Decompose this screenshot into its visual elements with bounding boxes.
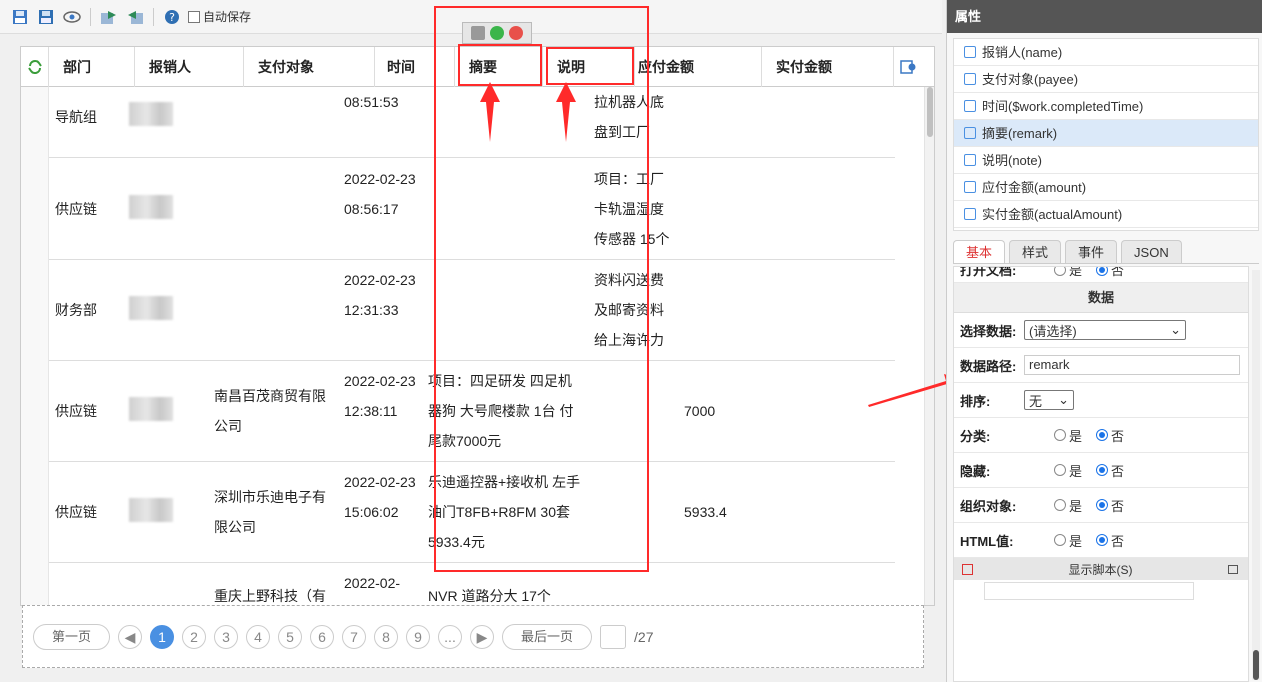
field-item-payee[interactable]: 支付对象(payee) <box>954 66 1258 93</box>
field-label: 摘要(remark) <box>982 125 1058 141</box>
scrollbar-thumb[interactable] <box>1253 650 1259 680</box>
prop-label: 隐藏: <box>960 463 991 479</box>
radio-label: 是 <box>1069 498 1083 514</box>
chevron-down-icon: ⌄ <box>1170 322 1181 337</box>
designer-window: ? 自动保存 部门 报销人 支付对象 时间 摘要 说明 应付金额 实付金额 导航… <box>0 0 1262 682</box>
radio-no[interactable]: 否 <box>1096 266 1125 279</box>
prop-label: HTML值: <box>960 533 1014 549</box>
prop-label: 数据路径: <box>960 358 1017 374</box>
field-icon <box>964 73 976 85</box>
field-label: 支付对象(payee) <box>982 71 1079 87</box>
prop-label: 排序: <box>960 393 991 409</box>
radio-button[interactable] <box>1096 499 1109 511</box>
script-input[interactable] <box>984 582 1194 600</box>
radio-button[interactable] <box>1054 499 1066 511</box>
prop-org-object: 组织对象: 是 否 <box>954 488 1248 523</box>
prop-html-value: HTML值: 是 否 <box>954 523 1248 558</box>
field-icon <box>964 100 976 112</box>
panel-scrollbar[interactable] <box>1252 270 1260 680</box>
restore-window-icon[interactable] <box>1228 564 1238 574</box>
select-value: 无 <box>1029 393 1043 409</box>
field-icon <box>964 46 976 58</box>
tab-json[interactable]: JSON <box>1121 240 1182 263</box>
field-icon <box>964 154 976 166</box>
radio-yes[interactable]: 是 <box>1054 496 1082 515</box>
prop-label: 组织对象: <box>960 498 1017 514</box>
radio-no[interactable]: 否 <box>1096 531 1124 550</box>
radio-button[interactable] <box>1054 534 1066 546</box>
prop-hidden: 隐藏: 是 否 <box>954 453 1248 488</box>
field-item-actual-amount[interactable]: 实付金额(actualAmount) <box>954 201 1258 228</box>
radio-no[interactable]: 否 <box>1096 461 1124 480</box>
tab-basic[interactable]: 基本 <box>953 240 1006 263</box>
radio-button[interactable] <box>1054 464 1066 476</box>
radio-yes[interactable]: 是 <box>1054 266 1083 279</box>
radio-label: 否 <box>1111 498 1125 514</box>
field-icon <box>964 208 976 220</box>
field-list: 报销人(name) 支付对象(payee) 时间($work.completed… <box>953 38 1259 231</box>
radio-label: 否 <box>1111 428 1125 444</box>
radio-label: 是 <box>1069 266 1083 278</box>
prop-sort: 排序: 无 ⌄ <box>954 383 1248 418</box>
field-item-note[interactable]: 说明(note) <box>954 147 1258 174</box>
radio-button[interactable] <box>1096 429 1109 441</box>
panel-title: 属性 <box>947 0 1262 33</box>
radio-label: 是 <box>1069 533 1083 549</box>
select-value: (请选择) <box>1029 323 1077 339</box>
prop-data-path: 数据路径: remark <box>954 348 1248 383</box>
property-form: 打开文档: 是 否 数据 选择数据: (请选择) ⌄ 数据路径: remark 排… <box>953 266 1249 682</box>
properties-panel: 属性 报销人(name) 支付对象(payee) 时间($work.comple… <box>946 0 1262 682</box>
field-label: 应付金额(amount) <box>982 179 1087 195</box>
prop-open-doc: 打开文档: 是 否 <box>954 266 1248 283</box>
field-label: 实付金额(actualAmount) <box>982 206 1123 222</box>
script-icon <box>962 563 973 575</box>
radio-label: 是 <box>1069 463 1083 479</box>
field-icon <box>964 127 976 139</box>
radio-button[interactable] <box>1096 267 1109 276</box>
script-editor[interactable] <box>954 580 1248 650</box>
radio-label: 否 <box>1111 463 1125 479</box>
radio-no[interactable]: 否 <box>1096 496 1124 515</box>
prop-select-data: 选择数据: (请选择) ⌄ <box>954 313 1248 348</box>
data-path-input[interactable]: remark <box>1024 355 1240 375</box>
chevron-down-icon: ⌄ <box>1058 392 1069 407</box>
radio-label: 否 <box>1111 533 1125 549</box>
field-item-name[interactable]: 报销人(name) <box>954 39 1258 66</box>
prop-label: 打开文档: <box>960 266 1017 278</box>
prop-label: 选择数据: <box>960 323 1017 339</box>
radio-yes[interactable]: 是 <box>1054 461 1082 480</box>
sort-dropdown[interactable]: 无 ⌄ <box>1024 390 1074 410</box>
radio-no[interactable]: 否 <box>1096 426 1124 445</box>
radio-label: 否 <box>1111 266 1125 278</box>
radio-button[interactable] <box>1096 534 1109 546</box>
display-script-bar[interactable]: 显示脚本(S) <box>954 558 1248 580</box>
field-label: 说明(note) <box>982 152 1042 168</box>
prop-label: 分类: <box>960 428 991 444</box>
radio-yes[interactable]: 是 <box>1054 531 1082 550</box>
section-data: 数据 <box>954 283 1248 313</box>
radio-button[interactable] <box>1096 464 1109 476</box>
field-label: 报销人(name) <box>982 44 1063 60</box>
script-label: 显示脚本(S) <box>1068 562 1133 577</box>
tab-events[interactable]: 事件 <box>1065 240 1118 263</box>
field-item-amount[interactable]: 应付金额(amount) <box>954 174 1258 201</box>
radio-label: 是 <box>1069 428 1083 444</box>
property-tabs: 基本 样式 事件 JSON <box>953 240 1259 264</box>
radio-button[interactable] <box>1054 429 1066 441</box>
prop-category: 分类: 是 否 <box>954 418 1248 453</box>
field-item-remark[interactable]: 摘要(remark) <box>954 120 1258 147</box>
field-item-time[interactable]: 时间($work.completedTime) <box>954 93 1258 120</box>
field-icon <box>964 181 976 193</box>
field-label: 时间($work.completedTime) <box>982 98 1144 114</box>
select-data-dropdown[interactable]: (请选择) ⌄ <box>1024 320 1186 340</box>
tab-style[interactable]: 样式 <box>1009 240 1062 263</box>
radio-button[interactable] <box>1054 267 1066 276</box>
radio-yes[interactable]: 是 <box>1054 426 1082 445</box>
